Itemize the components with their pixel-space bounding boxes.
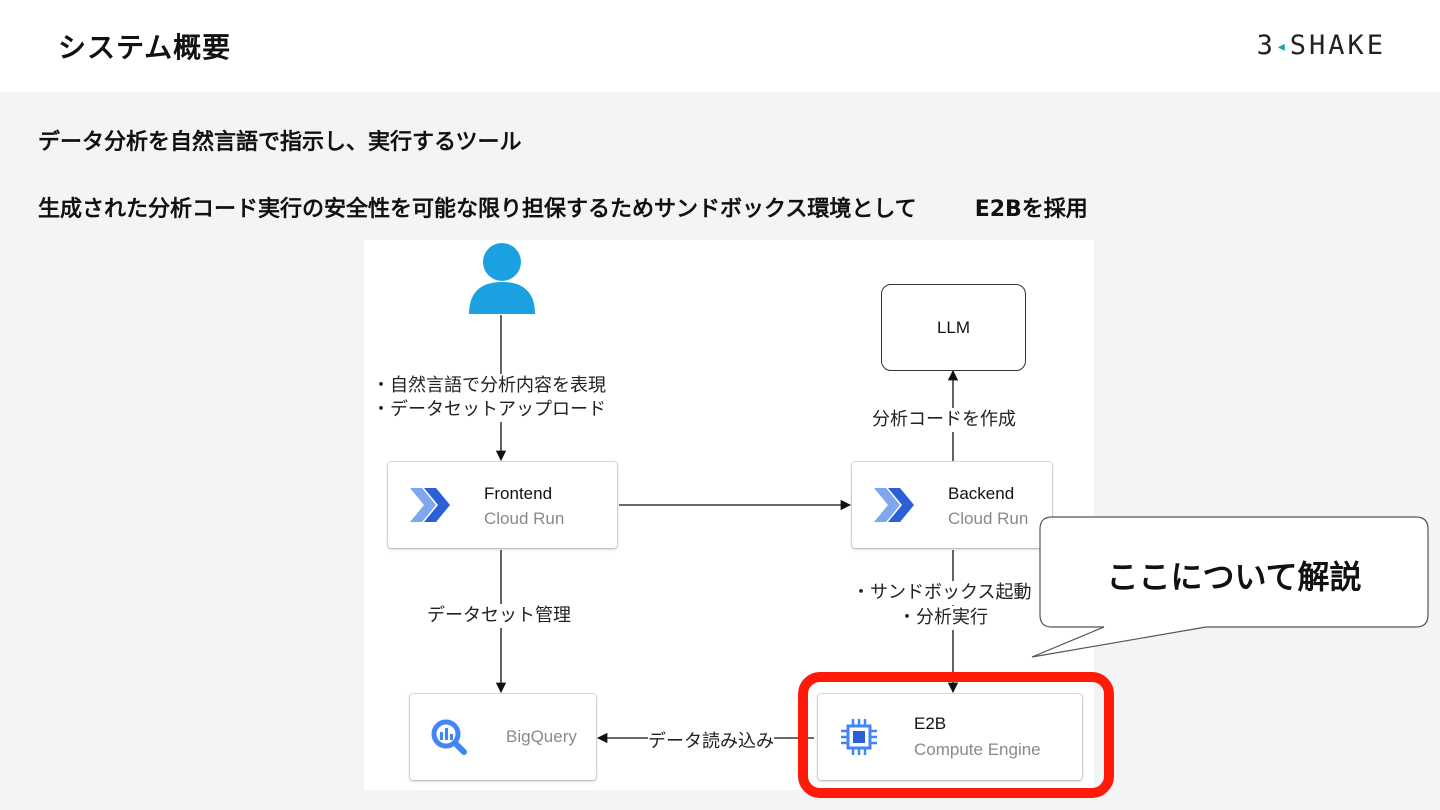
- edge-label-user-frontend-1: ・自然言語で分析内容を表現: [372, 374, 606, 398]
- backend-subtitle: Cloud Run: [948, 509, 1029, 528]
- edge-label-frontend-bigquery: データセット管理: [427, 604, 571, 628]
- user-icon: [469, 243, 535, 314]
- header: システム概要 3◂SHAKE: [0, 0, 1440, 92]
- edge-label-backend-e2b-1: ・サンドボックス起動: [852, 581, 1032, 605]
- summary-line-2-main: 生成された分析コード実行の安全性を可能な限り担保するためサンドボックス環境として: [38, 197, 917, 222]
- frontend-subtitle: Cloud Run: [484, 509, 565, 528]
- e2b-highlight-frame: [798, 672, 1114, 798]
- logo-text-right: SHAKE: [1289, 30, 1386, 61]
- slide-title: システム概要: [58, 31, 232, 64]
- cloud-run-icon: [410, 488, 450, 522]
- bigquery-title: BigQuery: [506, 727, 577, 746]
- logo-mark: ◂: [1275, 36, 1290, 57]
- backend-title: Backend: [948, 484, 1015, 503]
- summary-line-2: 生成された分析コード実行の安全性を可能な限り担保するためサンドボックス環境として…: [38, 191, 1088, 223]
- backend-node: Backend Cloud Run: [852, 462, 1052, 548]
- edge-label-backend-llm: 分析コードを作成: [872, 408, 1016, 432]
- company-logo: 3◂SHAKE: [1257, 30, 1386, 61]
- edge-label-e2b-bigquery: データ読み込み: [648, 730, 774, 754]
- frontend-title: Frontend: [484, 484, 553, 503]
- edge-label-user-frontend-2: ・データセットアップロード: [372, 398, 606, 422]
- summary-line-2-tail: E2Bを採用: [974, 197, 1088, 222]
- summary-line-1: データ分析を自然言語で指示し、実行するツール: [38, 130, 522, 155]
- logo-text-left: 3: [1256, 30, 1276, 61]
- cloud-run-icon: [874, 488, 914, 522]
- bigquery-icon: [431, 719, 467, 755]
- callout-text: ここについて解説: [1106, 558, 1362, 596]
- edge-label-backend-e2b-2: ・分析実行: [898, 606, 988, 630]
- frontend-node: Frontend Cloud Run: [388, 462, 617, 548]
- bigquery-node: BigQuery: [410, 694, 596, 780]
- llm-node: LLM: [881, 284, 1026, 371]
